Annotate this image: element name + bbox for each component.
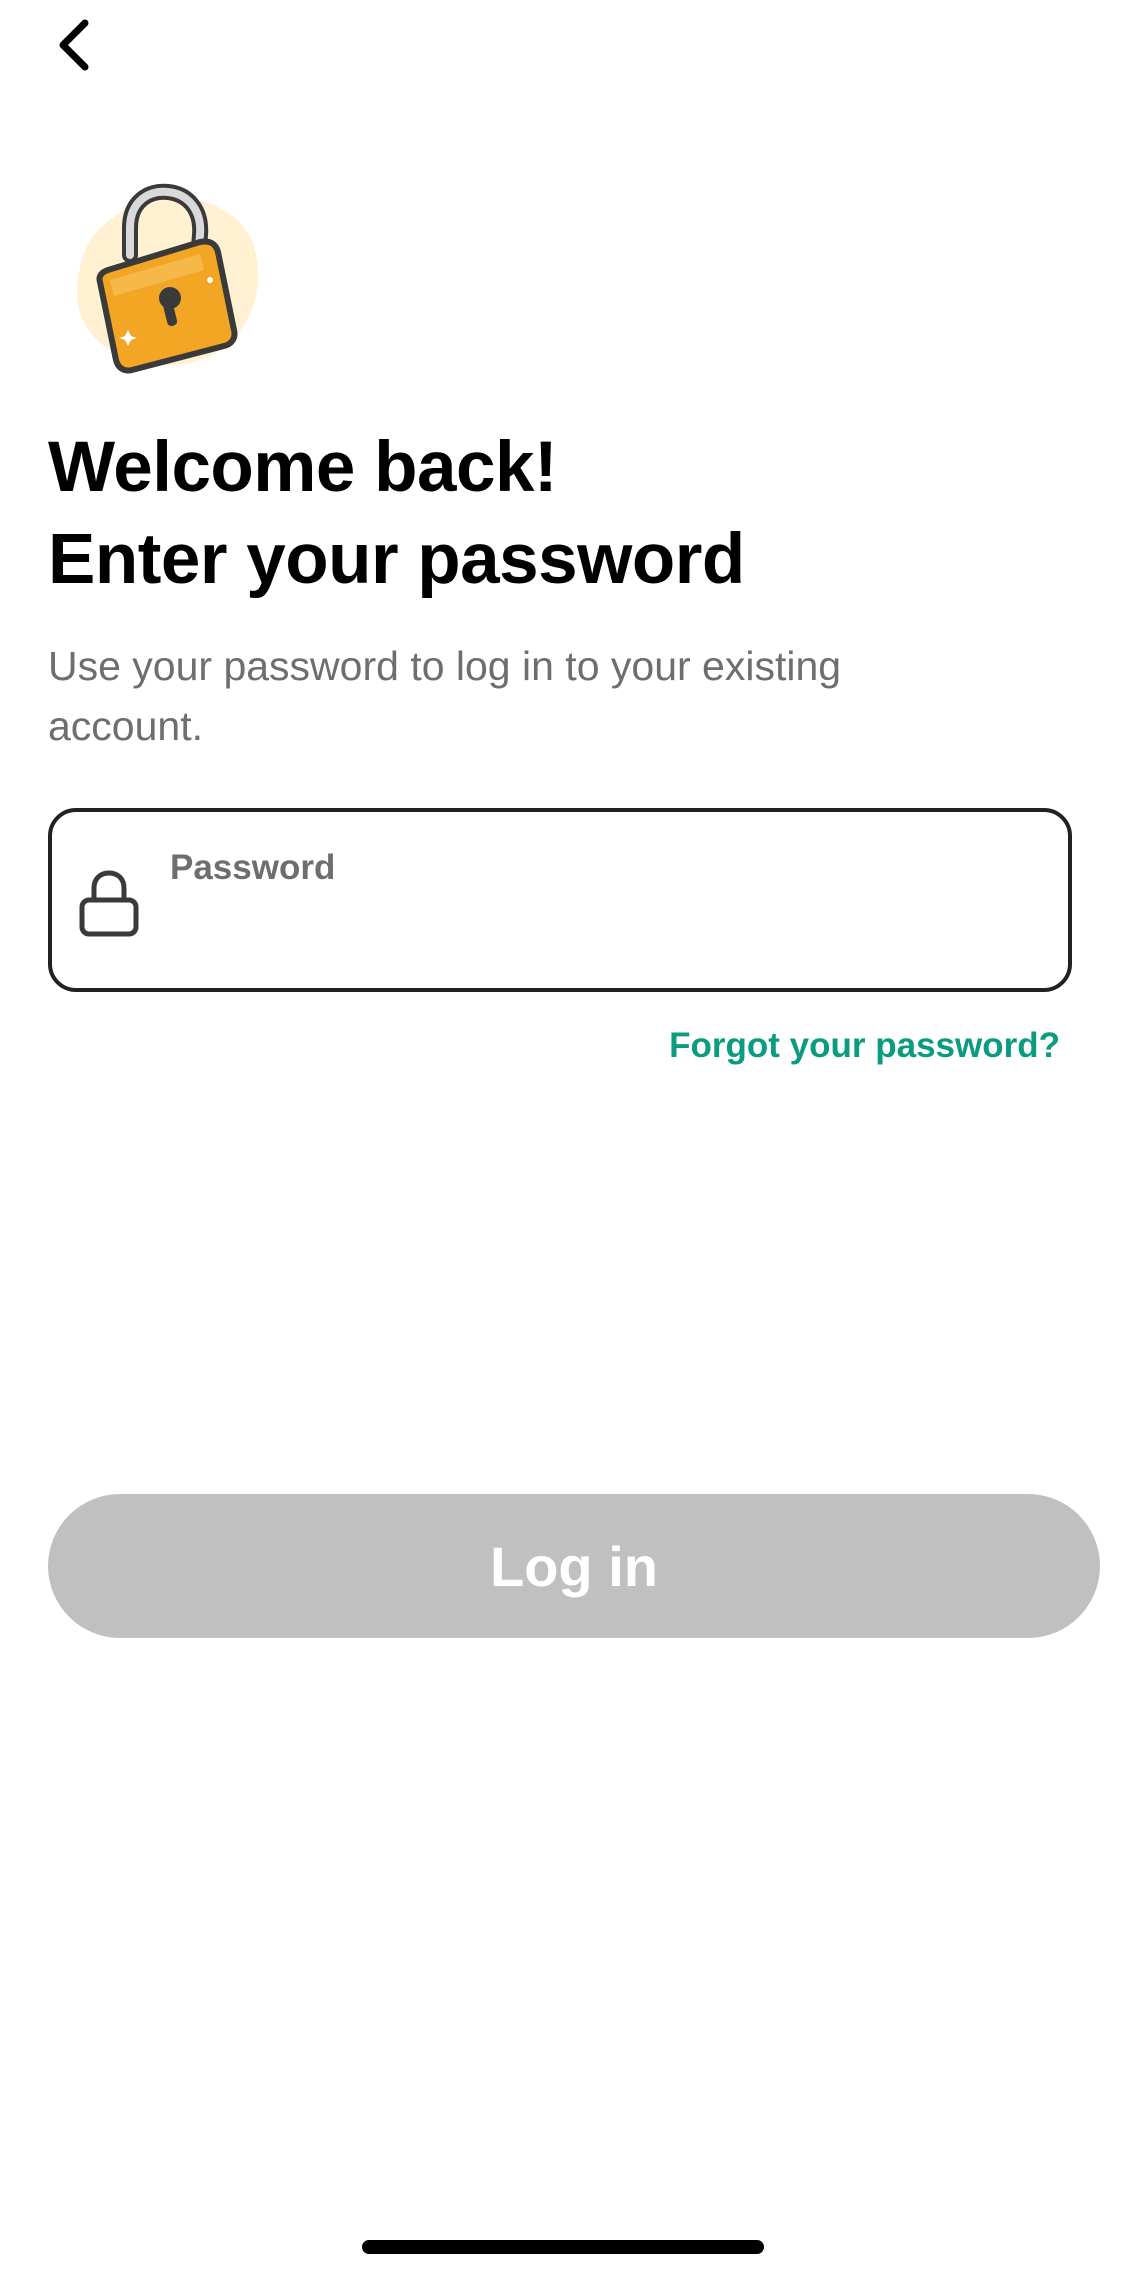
title-line-2: Enter your password bbox=[48, 520, 745, 599]
password-label: Password bbox=[170, 848, 336, 887]
forgot-password-link[interactable]: Forgot your password? bbox=[669, 1026, 1060, 1066]
home-indicator bbox=[362, 2240, 764, 2254]
back-button[interactable] bbox=[40, 10, 110, 80]
password-input[interactable] bbox=[170, 904, 1034, 966]
page-subtitle: Use your password to log in to your exis… bbox=[48, 643, 842, 749]
padlock-illustration bbox=[70, 180, 270, 380]
title-line-1: Welcome back! bbox=[48, 428, 558, 507]
lock-icon bbox=[79, 870, 139, 937]
login-button[interactable]: Log in bbox=[48, 1494, 1100, 1638]
password-field[interactable]: Password bbox=[48, 808, 1072, 992]
page-title: Welcome back! Enter your password bbox=[48, 422, 1068, 606]
chevron-left-icon bbox=[59, 19, 89, 71]
